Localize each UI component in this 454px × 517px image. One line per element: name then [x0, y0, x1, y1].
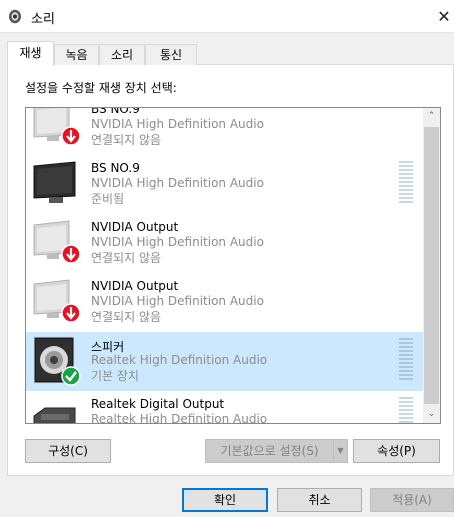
device-status: 연결되지 않음: [91, 251, 162, 265]
ok-button[interactable]: 확인: [182, 488, 268, 512]
list-item[interactable]: Realtek Digital Output Realtek High Defi…: [26, 391, 423, 424]
device-status: 연결되지 않음: [91, 133, 162, 147]
speaker-app-icon: [9, 9, 21, 24]
device-driver: NVIDIA High Definition Audio: [91, 176, 264, 190]
device-name: NVIDIA Output: [91, 220, 179, 234]
configure-button[interactable]: 구성(C): [25, 439, 111, 463]
list-item-selected[interactable]: 스피커 Realtek High Definition Audio 기본 장치: [26, 332, 423, 391]
vertical-scrollbar[interactable]: ⌃ ⌄: [423, 108, 440, 423]
title-bar: 소리 ✕: [0, 0, 454, 33]
list-item[interactable]: BS NO.9 NVIDIA High Definition Audio 연결되…: [26, 107, 423, 155]
digital-output-icon: [33, 407, 76, 423]
set-default-button[interactable]: 기본값으로 설정(S): [205, 439, 334, 463]
monitor-disconnected-icon: [33, 108, 81, 146]
device-status: 연결되지 않음: [91, 310, 162, 324]
device-name: NVIDIA Output: [91, 279, 179, 293]
instruction-label: 설정을 수정할 재생 장치 선택:: [25, 81, 177, 95]
list-item[interactable]: NVIDIA Output NVIDIA High Definition Aud…: [26, 214, 423, 273]
volume-meter: [399, 161, 413, 205]
apply-button[interactable]: 적용(A): [370, 488, 454, 512]
cancel-button[interactable]: 취소: [277, 488, 362, 512]
device-name: BS NO.9: [91, 107, 140, 116]
list-item[interactable]: NVIDIA Output NVIDIA High Definition Aud…: [26, 273, 423, 332]
tab-playback[interactable]: 재생: [7, 41, 54, 66]
properties-button[interactable]: 속성(P): [353, 439, 440, 463]
volume-meter: [399, 338, 413, 382]
monitor-disconnected-icon: [33, 279, 81, 323]
device-status: 준비됨: [91, 192, 125, 206]
scroll-up-icon[interactable]: ⌃: [423, 108, 440, 125]
monitor-icon: [33, 161, 76, 203]
volume-meter: [399, 397, 413, 423]
monitor-disconnected-icon: [33, 220, 81, 264]
tab-sounds[interactable]: 소리: [99, 44, 145, 65]
device-driver: NVIDIA High Definition Audio: [91, 235, 264, 249]
scroll-down-icon[interactable]: ⌄: [423, 406, 440, 423]
speaker-default-icon: [34, 337, 81, 386]
device-name: BS NO.9: [91, 161, 140, 175]
device-driver: Realtek High Definition Audio: [91, 412, 268, 424]
device-driver: NVIDIA High Definition Audio: [91, 117, 264, 131]
device-status: 기본 장치: [91, 369, 139, 383]
tab-communications[interactable]: 통신: [145, 44, 197, 65]
playback-device-list[interactable]: BS NO.9 NVIDIA High Definition Audio 연결되…: [25, 107, 441, 424]
scroll-thumb[interactable]: [424, 127, 439, 404]
set-default-dropdown-icon[interactable]: ▼: [333, 439, 348, 463]
device-name: Realtek Digital Output: [91, 397, 225, 411]
device-driver: Realtek High Definition Audio: [91, 353, 268, 367]
window-title: 소리: [31, 12, 55, 27]
tab-recording[interactable]: 녹음: [54, 44, 99, 65]
close-icon[interactable]: ✕: [434, 0, 454, 33]
device-driver: NVIDIA High Definition Audio: [91, 294, 264, 308]
list-item[interactable]: BS NO.9 NVIDIA High Definition Audio 준비됨: [26, 155, 423, 214]
